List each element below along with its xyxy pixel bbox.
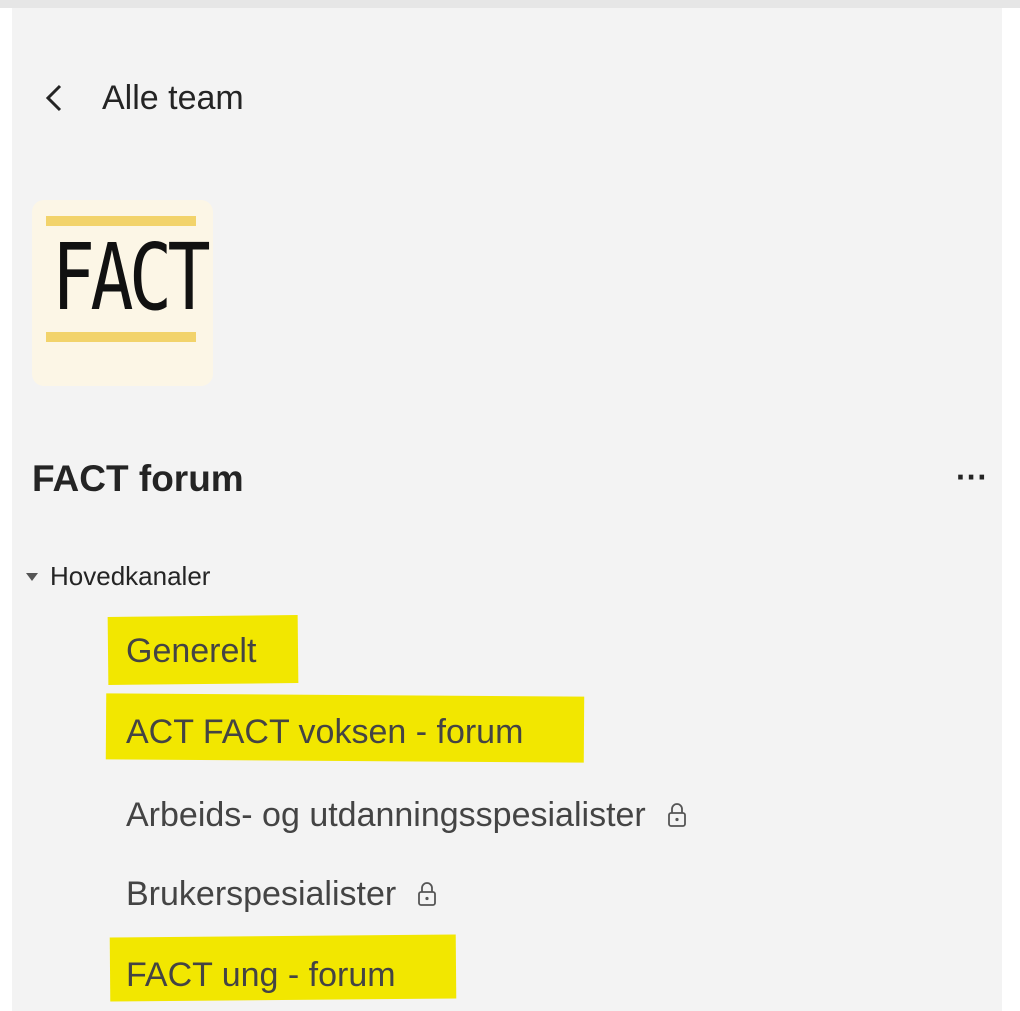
back-label: Alle team (102, 78, 244, 117)
channel-label: Generelt (126, 631, 257, 670)
caret-down-icon (26, 573, 38, 581)
right-margin (1002, 8, 1020, 1011)
channel-label: Brukerspesialister (126, 874, 397, 913)
more-options-button[interactable]: ··· (944, 452, 1000, 508)
logo-text: FACT (51, 224, 211, 331)
team-header: FACT forum ··· (32, 452, 988, 512)
chevron-left-icon (45, 84, 62, 112)
channel-fact-ung-forum[interactable]: FACT ung - forum (109, 934, 457, 1002)
lock-icon (418, 882, 437, 906)
channel-arbeids-og-utdanningsspesialister[interactable]: Arbeids- og utdanningsspesialister (126, 790, 688, 840)
logo-bottom-bar (46, 332, 196, 342)
lock-icon (667, 803, 686, 827)
back-to-all-teams-button[interactable]: Alle team (40, 70, 244, 126)
channel-label: Arbeids- og utdanningsspesialister (126, 795, 646, 834)
channel-generelt[interactable]: Generelt (107, 615, 299, 685)
team-logo[interactable]: FACT (32, 200, 213, 386)
left-margin (0, 8, 12, 1011)
channel-brukerspesialister[interactable]: Brukerspesialister (126, 869, 438, 919)
channel-label: FACT ung - forum (126, 955, 396, 994)
channel-act-fact-voksen-forum[interactable]: ACT FACT voksen - forum (105, 693, 585, 763)
section-label: Hovedkanaler (50, 560, 211, 591)
section-header-hovedkanaler[interactable]: Hovedkanaler (26, 556, 210, 596)
top-divider (0, 0, 1020, 8)
team-name: FACT forum (32, 458, 244, 499)
channel-label: ACT FACT voksen - forum (126, 712, 524, 751)
